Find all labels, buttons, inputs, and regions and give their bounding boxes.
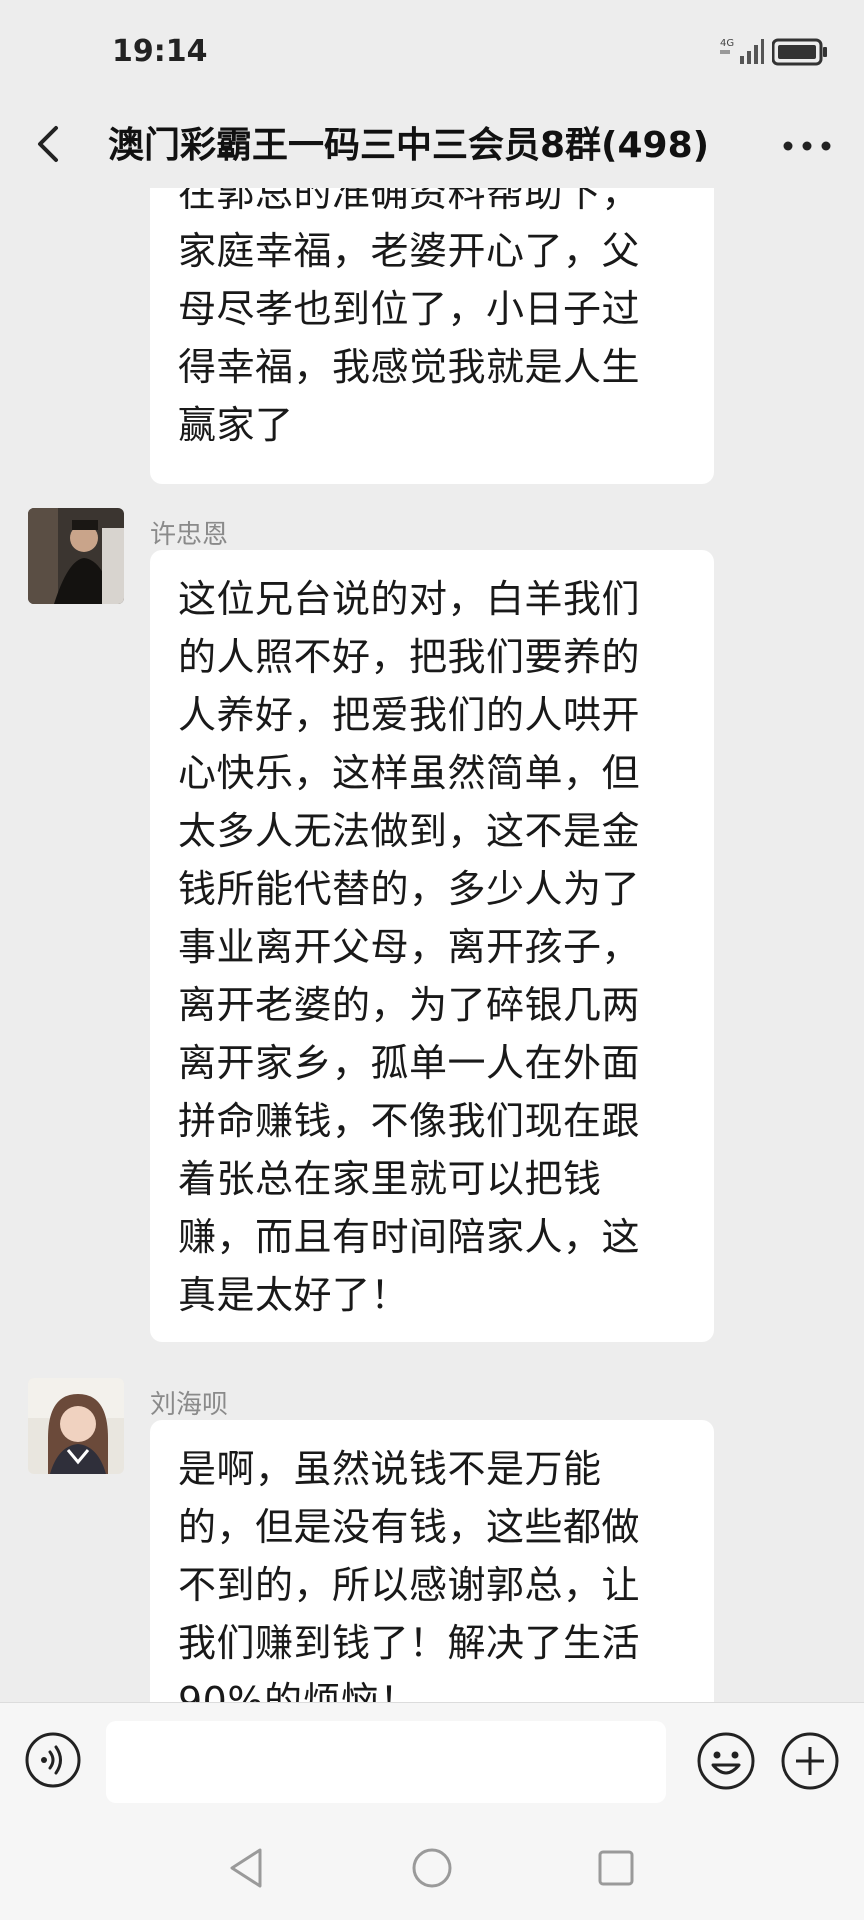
square-recents-icon [598,1850,634,1886]
message-bubble[interactable]: 是啊，虽然说钱不是万能 的，但是没有钱，这些都做 不到的，所以感谢郭总，让 我们… [150,1420,714,1702]
chevron-left-icon [38,126,58,162]
sender-name: 许忠恩 [150,520,229,550]
voice-button[interactable] [24,1731,82,1789]
message-line: 90%的烦恼！ [178,1679,418,1702]
system-nav-bar [0,1814,864,1920]
status-bar: 19:14 4G [0,0,864,100]
message-line: 着张总在家里就可以把钱 [178,1157,602,1201]
voice-icon [25,1732,81,1788]
message-line: 事业离开父母，离开孩子， [178,925,641,969]
back-button[interactable] [26,110,86,178]
sender-name: 刘海呗 [150,1390,229,1420]
message-bubble[interactable]: 这位兄台说的对，白羊我们 的人照不好，把我们要养的 人养好，把爱我们的人哄开 心… [150,550,714,1342]
message-line: 的，但是没有钱，这些都做 [178,1505,641,1549]
message-line: 家庭幸福，老婆开心了，父 [178,229,641,273]
avatar[interactable] [28,508,124,604]
message-line: 钱所能代替的，多少人为了 [178,867,641,911]
plus-icon [781,1732,839,1790]
message-line: 在郭总的准确资料帮助下， [178,188,641,215]
battery-icon [772,38,827,66]
message-line: 赚，而且有时间陪家人，这 [178,1215,641,1259]
signal-icon: 4G [720,38,764,64]
message-line: 拼命赚钱，不像我们现在跟 [178,1099,641,1143]
nav-home-button[interactable] [410,1846,454,1890]
chat-header: 澳门彩霸王一码三中三会员8群(498) [0,100,864,188]
input-bar [0,1702,864,1815]
message-line: 赢家了 [178,403,294,447]
message-line: 是啊，虽然说钱不是万能 [178,1447,602,1491]
message-bubble[interactable]: 在郭总的准确资料帮助下， 家庭幸福，老婆开心了，父 母尽孝也到位了，小日子过 得… [150,188,714,484]
network-label: 4G [720,38,734,49]
message-line: 太多人无法做到，这不是金 [178,809,641,853]
circle-home-icon [412,1848,452,1888]
more-actions-button[interactable] [780,1731,840,1791]
message-line: 母尽孝也到位了，小日子过 [178,287,641,331]
avatar-image [28,508,124,604]
message-line: 不到的，所以感谢郭总，让 [178,1563,641,1607]
triangle-back-icon [230,1848,262,1888]
avatar-image [28,1378,124,1474]
avatar[interactable] [28,1378,124,1474]
message-line: 我们赚到钱了！解决了生活 [178,1621,641,1665]
message-input[interactable] [106,1721,666,1803]
smiley-icon [697,1732,755,1790]
more-dots-icon [783,141,831,151]
nav-back-button[interactable] [226,1846,266,1890]
message-line: 的人照不好，把我们要养的 [178,635,641,679]
message-line: 人养好，把爱我们的人哄开 [178,693,641,737]
chat-area[interactable]: 在郭总的准确资料帮助下， 家庭幸福，老婆开心了，父 母尽孝也到位了，小日子过 得… [0,188,864,1702]
nav-recents-button[interactable] [596,1848,636,1888]
more-button[interactable] [770,116,844,172]
chat-title: 澳门彩霸王一码三中三会员8群(498) [108,125,710,166]
emoji-button[interactable] [696,1731,756,1791]
message-line: 离开老婆的，为了碎银几两 [178,983,641,1027]
message-line: 离开家乡，孤单一人在外面 [178,1041,641,1085]
message-line: 这位兄台说的对，白羊我们 [178,577,641,621]
message-line: 真是太好了！ [178,1273,410,1317]
message-line: 得幸福，我感觉我就是人生 [178,345,641,389]
status-time: 19:14 [112,34,208,69]
message-line: 心快乐，这样虽然简单，但 [178,751,641,795]
